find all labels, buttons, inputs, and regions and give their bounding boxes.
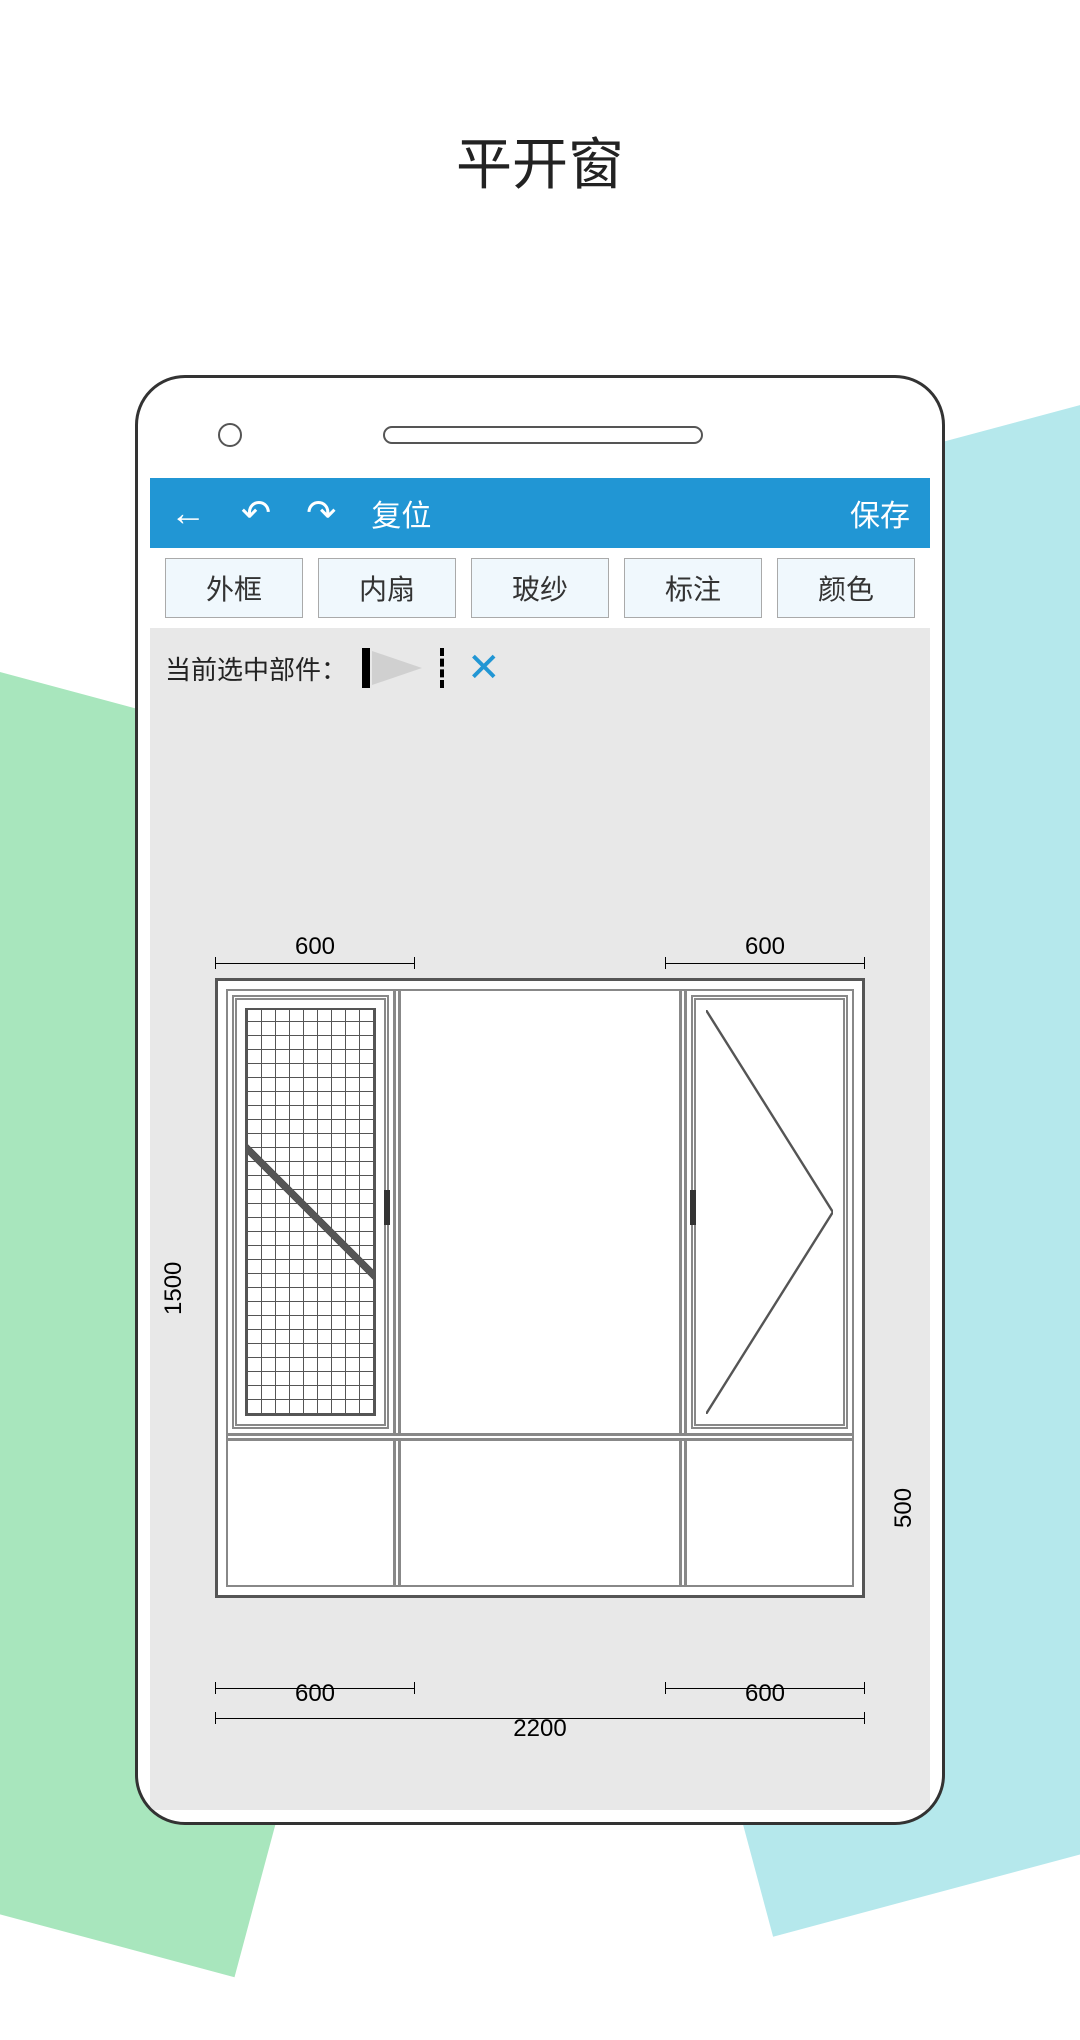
phone-mockup: ← ↶ ↷ 复位 保存 外框 内扇 玻纱 标注 颜色 当前选中部件： ✕: [135, 375, 945, 1825]
window-pane-top-left[interactable]: [228, 991, 401, 1433]
opening-direction-icon: [706, 1010, 833, 1414]
window-pane-top-center[interactable]: [401, 991, 687, 1433]
window-drawing[interactable]: 600 600 1500 500: [180, 978, 900, 1628]
app-toolbar: ← ↶ ↷ 复位 保存: [150, 478, 930, 548]
window-pane-top-right[interactable]: [687, 991, 852, 1433]
tab-annotation[interactable]: 标注: [624, 558, 762, 618]
window-pane-bottom-left[interactable]: [228, 1441, 401, 1585]
dimension-bottom-left: 600: [215, 1680, 415, 1708]
app-screen: ← ↶ ↷ 复位 保存 外框 内扇 玻纱 标注 颜色 当前选中部件： ✕: [150, 478, 930, 1810]
dimension-right: 500: [890, 1418, 920, 1598]
tab-row: 外框 内扇 玻纱 标注 颜色: [150, 548, 930, 628]
phone-speaker-icon: [383, 426, 703, 444]
tab-inner-sash[interactable]: 内扇: [318, 558, 456, 618]
close-icon[interactable]: ✕: [467, 645, 501, 691]
canvas-area[interactable]: 600 600 1500 500: [150, 708, 930, 1758]
window-outer-frame[interactable]: [215, 978, 865, 1598]
redo-icon[interactable]: ↷: [306, 492, 336, 534]
handle-icon: [690, 1190, 696, 1225]
reset-button[interactable]: 复位: [371, 491, 431, 535]
selected-component-row: 当前选中部件： ✕: [150, 628, 930, 708]
dimension-total-width: 2200: [215, 1715, 865, 1743]
component-icon: [362, 643, 452, 693]
mesh-screen-icon: [245, 1008, 376, 1416]
dimension-left: 1500: [160, 978, 190, 1598]
window-pane-bottom-center[interactable]: [401, 1441, 687, 1585]
phone-camera-icon: [218, 423, 242, 447]
page-title: 平开窗: [0, 120, 1080, 201]
tab-color[interactable]: 颜色: [777, 558, 915, 618]
window-pane-bottom-right[interactable]: [687, 1441, 852, 1585]
handle-icon: [384, 1190, 390, 1225]
dim-line-top: [180, 953, 900, 973]
dimension-bottom-right: 600: [665, 1680, 865, 1708]
tab-glass-screen[interactable]: 玻纱: [471, 558, 609, 618]
selected-component-label: 当前选中部件：: [165, 650, 347, 687]
back-icon[interactable]: ←: [170, 492, 206, 534]
save-button[interactable]: 保存: [850, 491, 910, 535]
undo-icon[interactable]: ↶: [241, 492, 271, 534]
tab-outer-frame[interactable]: 外框: [165, 558, 303, 618]
